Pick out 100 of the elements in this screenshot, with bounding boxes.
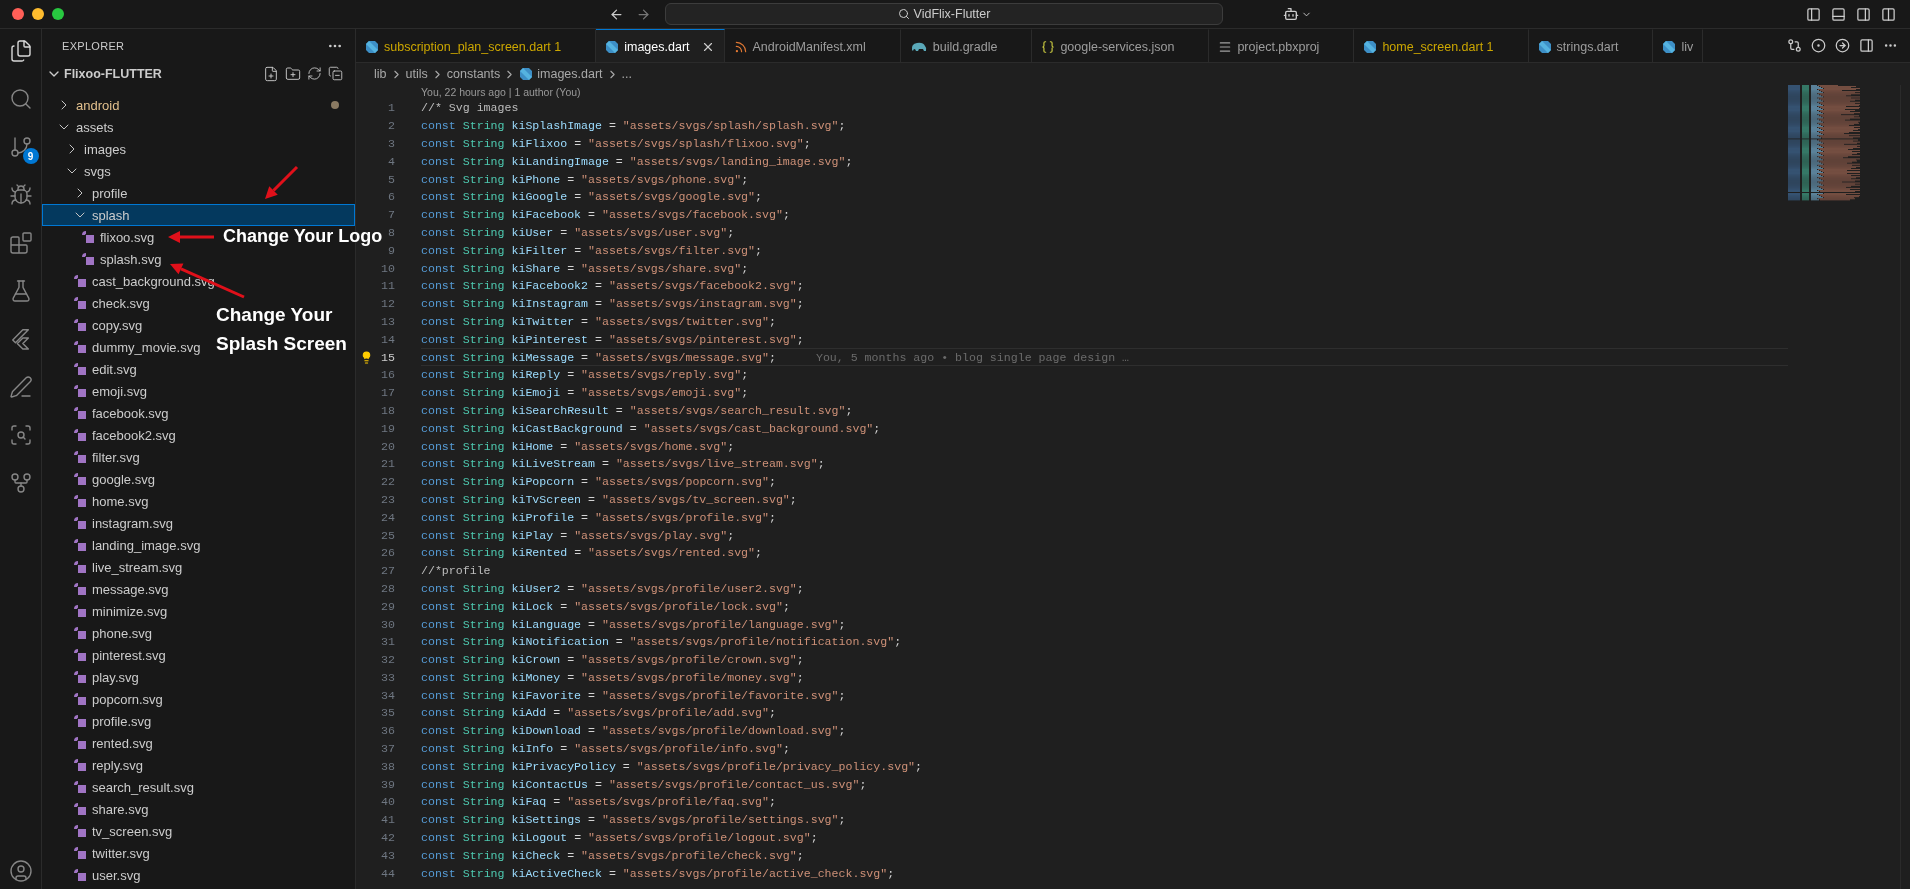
line-number: 19 xyxy=(380,421,395,435)
tree-item[interactable]: splash.svg xyxy=(80,248,162,270)
tree-item[interactable]: share.svg xyxy=(72,798,149,820)
tree-item[interactable]: facebook2.svg xyxy=(72,424,176,446)
line-number: 33 xyxy=(380,670,395,684)
code-line: const String kiCheck = "assets/svgs/profile/check.svg"; xyxy=(421,848,804,862)
tree-item[interactable]: user.svg xyxy=(72,864,141,886)
section-title[interactable]: Flixoo-FLUTTER xyxy=(64,67,162,81)
tree-item[interactable]: emoji.svg xyxy=(72,380,147,402)
tree-item[interactable]: flixoo.svg xyxy=(80,226,155,248)
code-line: const String kiRented = "assets/svgs/rented.svg"; xyxy=(421,546,762,560)
code-line: const String kiLock = "assets/svgs/profile/lock.svg"; xyxy=(421,599,790,613)
code-line: //*profile xyxy=(421,564,491,578)
tree-item[interactable]: home.svg xyxy=(72,490,149,512)
code-line: const String kiSettings = "assets/svgs/profile/settings.svg"; xyxy=(421,813,846,827)
tree-item[interactable]: tv_screen.svg xyxy=(72,820,173,842)
code-line: const String kiLiveStream = "assets/svgs/live_stream.svg"; xyxy=(421,457,825,471)
code-line: const String kiPrivacyPolicy = "assets/svgs/profile/privacy_policy.svg"; xyxy=(421,759,923,773)
line-number: 4 xyxy=(387,154,395,168)
code-line: const String kiUser2 = "assets/svgs/profile/user2.svg"; xyxy=(421,581,804,595)
code-line: const String kiPopcorn = "assets/svgs/popcorn.svg"; xyxy=(421,475,776,489)
line-number: 28 xyxy=(380,581,395,595)
tree-item[interactable]: popcorn.svg xyxy=(72,688,163,710)
code-line: const String kiShare = "assets/svgs/share.svg"; xyxy=(421,261,749,275)
command-center[interactable]: VidFlix-Flutter xyxy=(665,3,1223,25)
line-number: 44 xyxy=(380,866,395,880)
code-line: const String kiGoogle = "assets/svgs/google.svg"; xyxy=(421,190,762,204)
tree-item[interactable]: profile xyxy=(72,182,128,204)
annotation-text: Change Your Splash Screen xyxy=(216,303,348,356)
code-line: const String kiTvScreen = "assets/svgs/tv_screen.svg"; xyxy=(421,492,797,506)
tree-item[interactable]: phone.svg xyxy=(72,622,152,644)
breadcrumb-item[interactable]: constants xyxy=(446,67,501,81)
line-number: 17 xyxy=(380,386,395,400)
line-number: 21 xyxy=(380,457,395,471)
editor-tab[interactable]: images.dart xyxy=(596,29,725,62)
line-number: 39 xyxy=(380,777,395,791)
tree-item[interactable]: splash xyxy=(72,204,130,226)
tree-item[interactable]: rented.svg xyxy=(72,732,153,754)
breadcrumb-item[interactable]: ... xyxy=(621,67,632,81)
tree-item[interactable]: copy.svg xyxy=(72,314,143,336)
line-number: 8 xyxy=(387,225,395,239)
line-number: 31 xyxy=(380,635,395,649)
code-line: const String kiFlixoo = "assets/svgs/splash/flixoo.svg"; xyxy=(421,137,811,150)
code-line: const String kiSplashImage = "assets/svgs/splash/splash.svg"; xyxy=(421,119,846,133)
code-line: const String kiNotification = "assets/svgs/profile/notification.svg"; xyxy=(421,635,902,649)
count-badge: 9 xyxy=(22,148,39,164)
code-line: const String kiTwitter = "assets/svgs/twitter.svg"; xyxy=(421,314,776,328)
line-number: 40 xyxy=(380,795,395,809)
code-line: const String kiUser = "assets/svgs/user.svg"; xyxy=(421,225,735,239)
line-number: 14 xyxy=(380,332,395,346)
code-line: const String kiMoney = "assets/svgs/profile/money.svg"; xyxy=(421,670,804,684)
line-number: 12 xyxy=(380,297,395,311)
code-line: const String kiFilter = "assets/svgs/filter.svg"; xyxy=(421,243,762,257)
tree-item[interactable]: play.svg xyxy=(72,666,139,688)
tree-item[interactable]: google.svg xyxy=(72,468,155,490)
tree-item[interactable]: check.svg xyxy=(72,292,150,314)
line-number: 5 xyxy=(387,172,395,186)
tree-item[interactable]: android xyxy=(56,94,120,116)
tree-item[interactable]: message.svg xyxy=(72,578,169,600)
code-line: const String kiProfile = "assets/svgs/profile.svg"; xyxy=(421,510,776,524)
tree-item[interactable]: twitter.svg xyxy=(72,842,150,864)
line-number: 2 xyxy=(387,119,395,133)
code-line: const String kiFavorite = "assets/svgs/profile/favorite.svg"; xyxy=(421,688,846,702)
line-number: 6 xyxy=(387,190,395,204)
tree-item[interactable]: assets xyxy=(56,116,114,138)
breadcrumb-item[interactable]: utils xyxy=(405,67,428,81)
line-number: 11 xyxy=(380,279,395,293)
line-number: 3 xyxy=(387,137,395,150)
breadcrumb-item[interactable]: lib xyxy=(374,67,387,81)
line-number: 23 xyxy=(380,492,395,506)
tree-item[interactable]: minimize.svg xyxy=(72,600,168,622)
tree-item[interactable]: search_result.svg xyxy=(72,776,194,798)
code-line: const String kiCrown = "assets/svgs/profile/crown.svg"; xyxy=(421,653,804,667)
line-number: 37 xyxy=(380,742,395,756)
code-line: const String kiHome = "assets/svgs/home.svg"; xyxy=(421,439,735,453)
tree-item[interactable]: landing_image.svg xyxy=(72,534,201,556)
tree-item[interactable]: facebook.svg xyxy=(72,402,169,424)
tree-item[interactable]: svgs xyxy=(64,160,111,182)
tree-item[interactable]: filter.svg xyxy=(72,446,140,468)
codelens-text[interactable]: You, 22 hours ago | 1 author (You) xyxy=(421,85,1788,99)
code-line: //* Svg images xyxy=(421,101,519,115)
tree-item[interactable]: instagram.svg xyxy=(72,512,173,534)
line-number: 20 xyxy=(380,439,395,453)
code-line: const String kiFacebook2 = "assets/svgs/facebook2.svg"; xyxy=(421,279,804,293)
tree-item[interactable]: live_stream.svg xyxy=(72,556,183,578)
code-line: const String kiPhone = "assets/svgs/phone.svg"; xyxy=(421,172,749,186)
line-number: 36 xyxy=(380,724,395,738)
code-line: const String kiCastBackground = "assets/svgs/cast_background.svg"; xyxy=(421,421,881,435)
code-line: const String kiInfo = "assets/svgs/profile/info.svg"; xyxy=(421,742,790,756)
line-number: 9 xyxy=(387,243,395,257)
breadcrumb-item[interactable]: images.dart xyxy=(519,67,603,81)
tree-item[interactable]: edit.svg xyxy=(72,358,137,380)
code-line: const String kiReply = "assets/svgs/reply.svg"; xyxy=(421,368,749,382)
code-line: const String kiLandingImage = "assets/svgs/landing_image.svg"; xyxy=(421,154,853,168)
tree-item[interactable]: dummy_movie.svg xyxy=(72,336,201,358)
tree-item[interactable]: profile.svg xyxy=(72,710,152,732)
tree-item[interactable]: images xyxy=(64,138,126,160)
tree-item[interactable]: reply.svg xyxy=(72,754,144,776)
line-number: 27 xyxy=(380,564,395,578)
tree-item[interactable]: pinterest.svg xyxy=(72,644,166,666)
